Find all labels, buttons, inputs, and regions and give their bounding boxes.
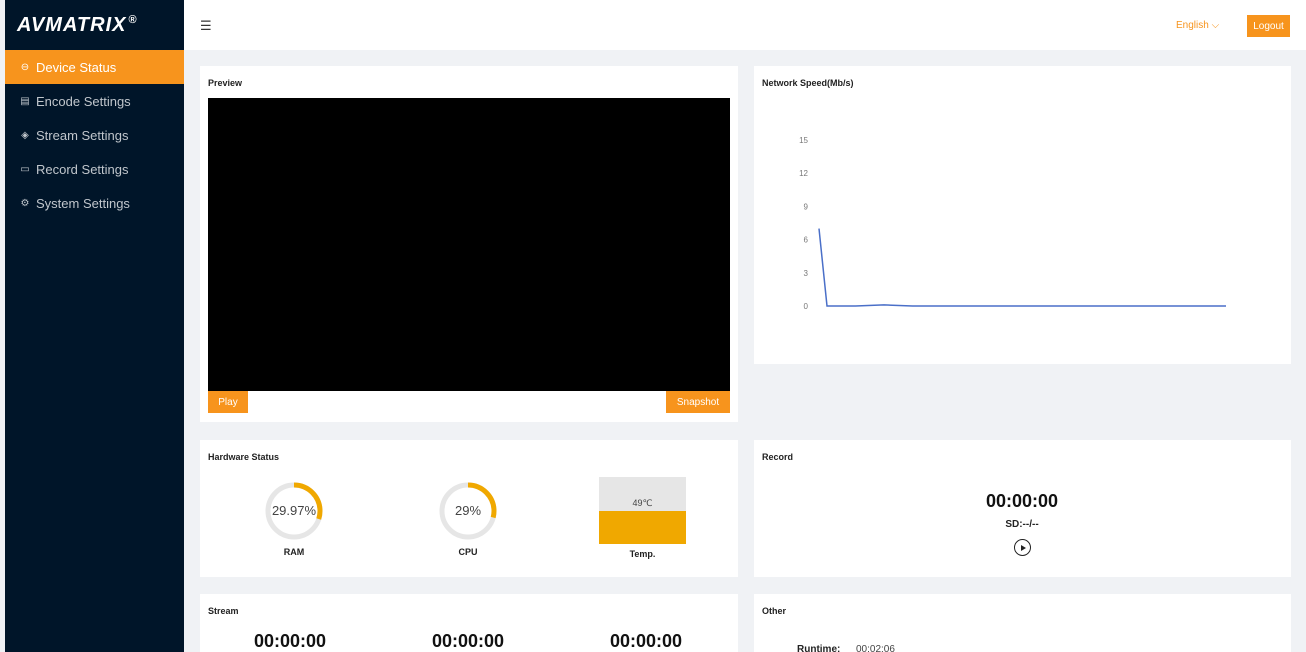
runtime-value: 00:02:06 bbox=[856, 644, 895, 652]
stream-timer: 00:00:00 bbox=[253, 631, 327, 651]
chevron-down-icon: ⌵ bbox=[1211, 20, 1220, 31]
hardware-status-card: Hardware Status 29.97% RAM 29% CPU 49℃ T… bbox=[200, 440, 738, 577]
sidebar-item-device-status[interactable]: ⊖ Device Status bbox=[5, 50, 184, 84]
temperature-label: Temp. bbox=[629, 549, 656, 559]
gear-icon: ⚙ bbox=[20, 197, 30, 209]
cpu-value: 29% bbox=[454, 503, 482, 518]
record-title: Record bbox=[762, 452, 794, 462]
stream-title: Stream bbox=[208, 606, 239, 616]
sidebar-item-label: Encode Settings bbox=[36, 93, 131, 109]
network-speed-card: Network Speed(Mb/s) 15 12 9 6 3 0 bbox=[754, 66, 1291, 364]
language-select[interactable]: English ⌵ bbox=[1176, 20, 1219, 31]
y-tick-label: 6 bbox=[804, 236, 809, 245]
other-card: Other Runtime: 00:02:06 bbox=[754, 594, 1291, 652]
record-timer: 00:00:00 bbox=[985, 491, 1059, 511]
ram-label: RAM bbox=[283, 547, 305, 557]
sidebar-item-encode-settings[interactable]: ▤ Encode Settings bbox=[5, 84, 184, 118]
stream-timer: 00:00:00 bbox=[609, 631, 683, 651]
play-button[interactable]: Play bbox=[208, 391, 248, 413]
record-play-button[interactable] bbox=[1014, 539, 1031, 556]
preview-title: Preview bbox=[208, 78, 243, 88]
runtime-label: Runtime: bbox=[797, 644, 841, 652]
sd-status: SD:--/-- bbox=[1005, 519, 1039, 530]
y-tick-label: 3 bbox=[804, 269, 809, 278]
sidebar-item-label: Record Settings bbox=[36, 161, 129, 177]
stream-icon: ◈ bbox=[21, 129, 29, 141]
y-tick-label: 12 bbox=[799, 169, 808, 178]
record-icon: ▭ bbox=[20, 163, 30, 175]
y-tick-label: 0 bbox=[804, 302, 809, 311]
ram-value: 29.97% bbox=[271, 503, 317, 518]
video-preview bbox=[208, 98, 730, 391]
sidebar-item-label: System Settings bbox=[36, 195, 130, 211]
temperature-value: 49℃ bbox=[632, 498, 653, 508]
network-speed-line bbox=[818, 228, 1226, 307]
network-speed-chart: 15 12 9 6 3 0 bbox=[799, 136, 1226, 311]
record-card: Record 00:00:00 SD:--/-- bbox=[754, 440, 1291, 577]
hardware-status-title: Hardware Status bbox=[208, 452, 280, 462]
dashboard-icon: ⊖ bbox=[20, 61, 30, 73]
preview-card: Preview Play Snapshot bbox=[200, 66, 738, 422]
sidebar-item-system-settings[interactable]: ⚙ System Settings bbox=[5, 186, 184, 220]
logout-button[interactable]: Logout bbox=[1247, 15, 1290, 37]
temperature-fill bbox=[599, 511, 686, 544]
sidebar-item-label: Device Status bbox=[36, 59, 117, 75]
sidebar-item-stream-settings[interactable]: ◈ Stream Settings bbox=[5, 118, 184, 152]
snapshot-button[interactable]: Snapshot bbox=[666, 391, 730, 413]
play-icon bbox=[1021, 544, 1026, 551]
other-title: Other bbox=[762, 606, 787, 616]
sidebar: AVMATRIX ® ⊖ Device Status ▤ Encode Setti… bbox=[5, 0, 184, 652]
temperature-meter: 49℃ bbox=[599, 477, 686, 544]
stream-card: Stream 00:00:00 00:00:00 00:00:00 bbox=[200, 594, 738, 652]
stream-timer: 00:00:00 bbox=[431, 631, 505, 651]
sidebar-item-record-settings[interactable]: ▭ Record Settings bbox=[5, 152, 184, 186]
list-icon: ▤ bbox=[20, 95, 30, 107]
cpu-label: CPU bbox=[458, 547, 478, 557]
menu-fold-icon[interactable]: ☰ bbox=[200, 18, 212, 34]
y-tick-label: 9 bbox=[804, 202, 809, 211]
topbar: ☰ English ⌵ Logout bbox=[184, 0, 1306, 50]
logo-text: AVMATRIX ® bbox=[17, 13, 138, 36]
logo: AVMATRIX ® bbox=[5, 0, 184, 50]
y-tick-label: 15 bbox=[799, 136, 808, 145]
sidebar-item-label: Stream Settings bbox=[36, 127, 129, 143]
